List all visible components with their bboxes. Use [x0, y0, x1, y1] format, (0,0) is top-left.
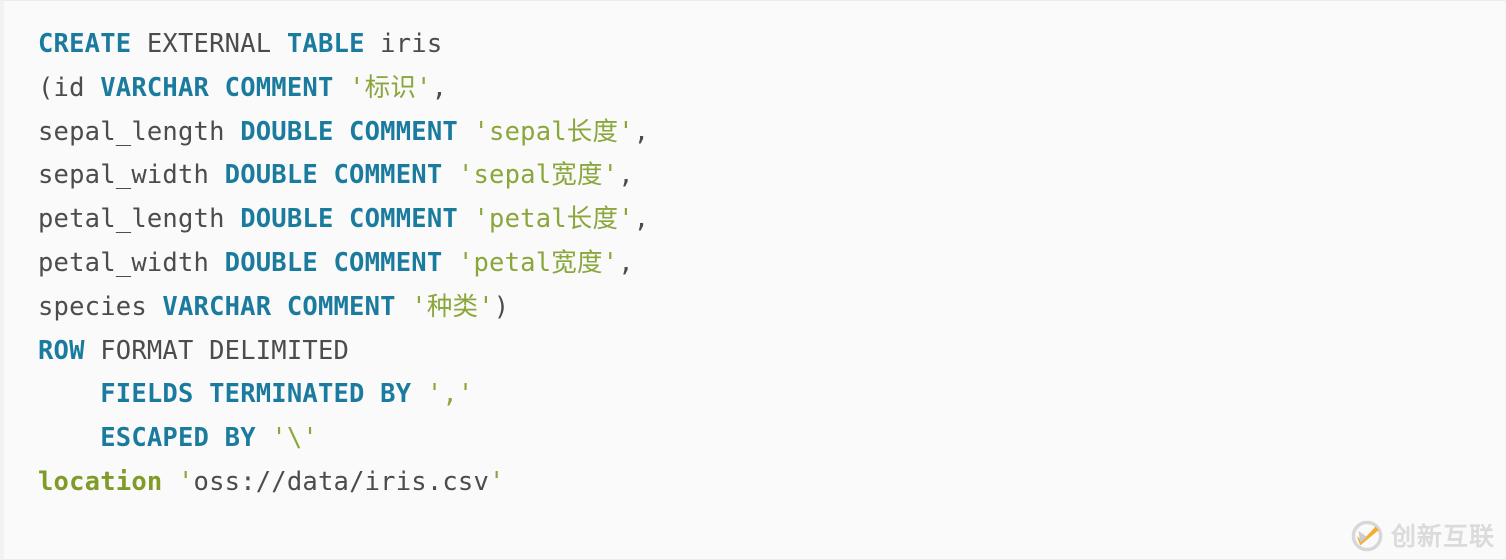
code-token-str: ': [489, 466, 505, 497]
code-line-list: CREATE EXTERNAL TABLE iris (id VARCHAR CO…: [38, 23, 1505, 505]
code-token-plain: ,: [618, 160, 634, 191]
sql-code-block: CREATE EXTERNAL TABLE iris (id VARCHAR CO…: [0, 0, 1506, 560]
code-token-plain: ,: [618, 247, 634, 278]
code-token-plain: ): [493, 291, 510, 322]
code-line: petal_length DOUBLE COMMENT 'petal长度',: [38, 198, 1505, 242]
code-token-kw: DOUBLE COMMENT: [240, 116, 458, 147]
code-token-plain: (id: [38, 72, 101, 103]
code-token-plain: species: [38, 291, 163, 322]
code-token-kw: DOUBLE COMMENT: [240, 204, 458, 235]
watermark-text: 创新互联: [1390, 521, 1495, 551]
code-token-str: '种类': [411, 291, 494, 322]
code-token-kw: DOUBLE COMMENT: [224, 247, 443, 278]
code-token-str: '\': [271, 423, 318, 454]
code-line: sepal_length DOUBLE COMMENT 'sepal长度',: [38, 111, 1505, 155]
code-line: petal_width DOUBLE COMMENT 'petal宽度',: [38, 242, 1505, 286]
code-token-kw: TABLE: [286, 29, 365, 59]
code-token-plain: FORMAT DELIMITED: [84, 335, 350, 366]
code-token-plain: iris: [364, 29, 443, 59]
code-token-kw: ROW: [38, 335, 85, 366]
code-token-plain: ,: [633, 204, 650, 235]
code-line: CREATE EXTERNAL TABLE iris: [38, 23, 1505, 67]
code-line: FIELDS TERMINATED BY ',': [38, 373, 1505, 417]
code-token-str: 'petal宽度': [457, 247, 619, 278]
code-line: ESCAPED BY '\': [38, 417, 1505, 461]
code-token-str: 'petal长度': [473, 204, 634, 235]
code-token-kw: CREATE: [38, 29, 132, 59]
code-token-plain: EXTERNAL: [131, 29, 287, 59]
code-line: (id VARCHAR COMMENT '标识',: [38, 67, 1505, 111]
code-token-str: ': [177, 466, 194, 497]
code-token-plain: ,: [633, 116, 650, 147]
code-line: species VARCHAR COMMENT '种类'): [38, 286, 1505, 330]
code-token-str: '标识': [349, 72, 432, 103]
code-token-plain: ,: [431, 72, 448, 103]
code-token-builtin: location: [38, 466, 163, 497]
code-token-kw: VARCHAR COMMENT: [100, 72, 334, 103]
code-token-plain: sepal_length: [38, 116, 241, 147]
code-line: ROW FORMAT DELIMITED: [38, 330, 1505, 374]
watermark: 创新互联: [1350, 519, 1495, 553]
code-token-plain: oss://data/iris.csv: [193, 466, 490, 497]
code-token-kw: VARCHAR COMMENT: [162, 291, 396, 322]
code-line: sepal_width DOUBLE COMMENT 'sepal宽度',: [38, 154, 1505, 198]
code-token-plain: petal_length: [38, 204, 241, 235]
code-token-kw: DOUBLE COMMENT: [224, 160, 443, 191]
code-token-str: ',': [426, 379, 474, 410]
code-token-plain: sepal_width: [38, 160, 225, 191]
code-token-plain: petal_width: [38, 247, 225, 278]
code-token-str: 'sepal宽度': [457, 160, 619, 191]
code-token-kw: ESCAPED BY: [100, 423, 256, 454]
code-line: location 'oss://data/iris.csv': [38, 461, 1505, 505]
creative-link-logo-icon: [1350, 519, 1384, 553]
code-token-kw: FIELDS TERMINATED BY: [100, 379, 412, 410]
code-token-str: 'sepal长度': [473, 116, 634, 147]
